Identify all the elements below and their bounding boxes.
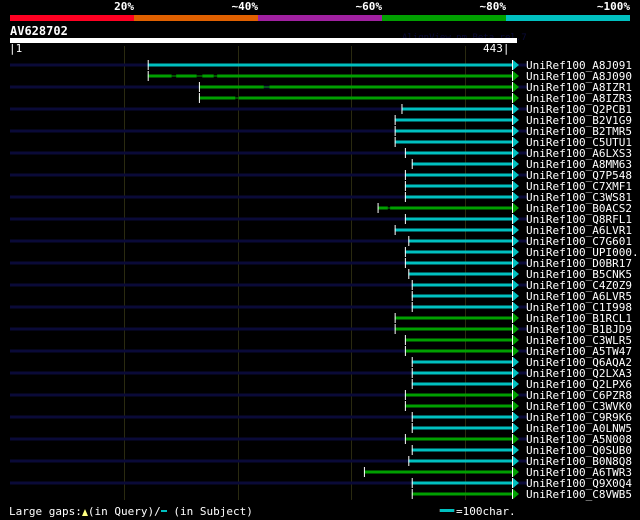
- scale-legend: =100char.: [439, 505, 516, 518]
- scale-bar-icon: [439, 509, 455, 512]
- in-subject-label: (in Subject): [166, 505, 253, 518]
- scale-label: =100char.: [456, 505, 516, 518]
- hit-arrow-icon: [513, 434, 519, 444]
- hit-arrow-icon: [513, 302, 519, 312]
- hit-arrow-icon: [513, 335, 519, 345]
- hit-arrow-icon: [513, 478, 519, 488]
- hit-arrow-icon: [513, 467, 519, 477]
- hit-arrow-icon: [513, 489, 519, 499]
- hit-arrow-icon: [513, 313, 519, 323]
- hit-arrow-icon: [513, 236, 519, 246]
- hit-arrow-icon: [513, 368, 519, 378]
- hit-arrow-icon: [513, 269, 519, 279]
- hit-arrow-icon: [513, 346, 519, 356]
- hit-arrow-icon: [513, 93, 519, 103]
- hit-arrow-icon: [513, 225, 519, 235]
- hit-arrow-icon: [513, 412, 519, 422]
- hit-arrow-icon: [513, 181, 519, 191]
- hit-arrow-icon: [513, 192, 519, 202]
- large-gaps-label: Large gaps:: [9, 505, 82, 518]
- in-query-label: (in Query)/: [87, 505, 161, 518]
- hit-arrow-icon: [513, 148, 519, 158]
- hit-arrow-icon: [513, 82, 519, 92]
- hit-arrow-icon: [513, 280, 519, 290]
- hit-arrow-icon: [513, 126, 519, 136]
- hit-arrow-icon: [513, 247, 519, 257]
- hit-arrow-icon: [513, 324, 519, 334]
- hit-arrow-icon: [513, 423, 519, 433]
- hit-arrow-icon: [513, 390, 519, 400]
- gap-legend: Large gaps: (in Query)/ (in Subject): [9, 505, 253, 518]
- hit-arrow-icon: [513, 159, 519, 169]
- hit-arrow-icon: [513, 258, 519, 268]
- hit-arrow-icon: [513, 214, 519, 224]
- alignment-overview: UniRef100_A8J091UniRef100_A8J090UniRef10…: [10, 46, 640, 501]
- hit-arrow-icon: [513, 60, 519, 70]
- hit-arrow-icon: [513, 170, 519, 180]
- hit-label: UniRef100_C8VWB5: [526, 488, 632, 501]
- hit-arrow-icon: [513, 456, 519, 466]
- hit-arrow-icon: [513, 71, 519, 81]
- hit-arrow-icon: [513, 379, 519, 389]
- hit-arrow-icon: [513, 401, 519, 411]
- hit-arrow-icon: [513, 291, 519, 301]
- hit-arrow-icon: [513, 203, 519, 213]
- hit-arrow-icon: [513, 137, 519, 147]
- hit-arrow-icon: [513, 445, 519, 455]
- hit-arrow-icon: [513, 357, 519, 367]
- hit-arrow-icon: [513, 104, 519, 114]
- hit-arrow-icon: [513, 115, 519, 125]
